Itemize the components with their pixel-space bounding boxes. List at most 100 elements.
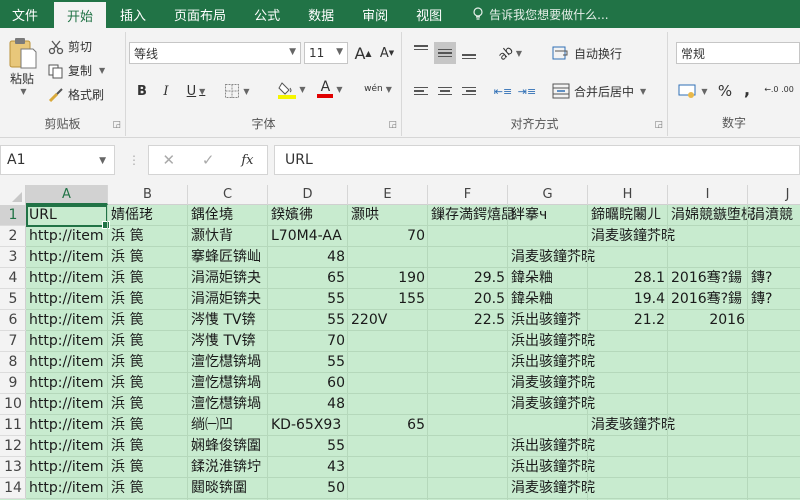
clipboard-dialog-launcher-icon[interactable]: ◲ xyxy=(112,120,121,130)
column-header[interactable]: J xyxy=(748,185,800,205)
cell-D2[interactable]: L70M4-AA xyxy=(268,226,345,247)
cell-E5[interactable]: 155 xyxy=(348,289,428,310)
accounting-format-button[interactable]: ▼ xyxy=(676,80,710,102)
cell-B3[interactable]: 浜 笢 xyxy=(108,247,146,268)
insert-function-icon[interactable]: fx xyxy=(241,153,253,168)
cell-B5[interactable]: 浜 笢 xyxy=(108,289,146,310)
cell-H6[interactable]: 21.2 xyxy=(588,310,668,331)
middle-align-button[interactable] xyxy=(434,42,456,64)
cell-A9[interactable]: http://item xyxy=(26,373,107,394)
cut-button[interactable]: 剪切 xyxy=(48,38,92,55)
cell-D1[interactable]: 鍨嬪彿 xyxy=(268,205,316,226)
cell-H11[interactable]: 涓麦骇鐘芥晥 xyxy=(588,415,678,436)
cell-E6[interactable]: 220V xyxy=(348,310,390,331)
shrink-font-button[interactable]: A ▼ xyxy=(378,42,396,64)
bottom-align-button[interactable] xyxy=(458,44,480,66)
cell-B11[interactable]: 浜 笢 xyxy=(108,415,146,436)
ribbon-tab[interactable]: 插入 xyxy=(106,0,160,28)
cell-B7[interactable]: 浜 笢 xyxy=(108,331,146,352)
cell-G9[interactable]: 涓麦骇鐘芥晥 xyxy=(508,373,598,394)
cell-I1[interactable]: 涓婂競鏃堕棿 xyxy=(668,205,758,226)
cell-D3[interactable]: 48 xyxy=(268,247,348,268)
align-center-button[interactable] xyxy=(434,80,456,102)
cell-B2[interactable]: 浜 笢 xyxy=(108,226,146,247)
align-left-button[interactable] xyxy=(410,80,432,102)
orientation-button[interactable]: ab ▼ xyxy=(492,42,528,64)
cell-A5[interactable]: http://item xyxy=(26,289,107,310)
cell-G3[interactable]: 涓麦骇鐘芥晥 xyxy=(508,247,598,268)
cell-G1[interactable]: 絆搴ч xyxy=(508,205,550,226)
row-header[interactable]: 4 xyxy=(0,268,26,289)
row-header[interactable]: 2 xyxy=(0,226,26,247)
percent-style-button[interactable]: % xyxy=(714,80,736,102)
column-header[interactable]: H xyxy=(588,185,668,205)
format-painter-button[interactable]: 格式刷 xyxy=(48,86,104,103)
row-header[interactable]: 6 xyxy=(0,310,26,331)
cell-A8[interactable]: http://item xyxy=(26,352,107,373)
cell-H1[interactable]: 鍗曞睆闂ㄦ xyxy=(588,205,664,226)
column-header[interactable]: F xyxy=(428,185,508,205)
cell-B1[interactable]: 婧傜珯 xyxy=(108,205,156,226)
top-align-button[interactable] xyxy=(410,40,432,62)
cell-A2[interactable]: http://item xyxy=(26,226,107,247)
cell-D12[interactable]: 55 xyxy=(268,436,348,457)
cell-D8[interactable]: 55 xyxy=(268,352,348,373)
cell-D6[interactable]: 55 xyxy=(268,310,348,331)
column-header[interactable]: A xyxy=(26,185,108,205)
cell-D14[interactable]: 50 xyxy=(268,478,348,499)
cell-B9[interactable]: 浜 笢 xyxy=(108,373,146,394)
ribbon-tab[interactable]: 开始 xyxy=(54,2,107,28)
cell-A12[interactable]: http://item xyxy=(26,436,107,457)
row-header[interactable]: 10 xyxy=(0,394,26,415)
name-box[interactable]: A1 ▼ xyxy=(0,145,115,175)
column-header[interactable]: E xyxy=(348,185,428,205)
cell-C14[interactable]: 閮晱锛圍 xyxy=(188,478,250,499)
decrease-indent-button[interactable]: ⇤≡ xyxy=(492,80,514,102)
merge-center-button[interactable]: 合并后居中 ▼ xyxy=(552,80,646,102)
number-format-select[interactable]: 常规 xyxy=(676,42,800,64)
font-name-select[interactable]: 等线 ▼ xyxy=(129,42,301,64)
cell-C2[interactable]: 灏忕背 xyxy=(188,226,236,247)
cell-G4[interactable]: 鍏朵粬 xyxy=(508,268,556,289)
cell-E2[interactable]: 70 xyxy=(348,226,428,247)
row-header[interactable]: 7 xyxy=(0,331,26,352)
cell-C12[interactable]: 娴蜂俊锛圍 xyxy=(188,436,264,457)
cell-F6[interactable]: 22.5 xyxy=(428,310,508,331)
cell-B14[interactable]: 浜 笢 xyxy=(108,478,146,499)
row-header[interactable]: 8 xyxy=(0,352,26,373)
cell-F4[interactable]: 29.5 xyxy=(428,268,508,289)
row-header[interactable]: 9 xyxy=(0,373,26,394)
cell-I6[interactable]: 2016 xyxy=(668,310,748,331)
copy-dropdown-icon[interactable]: ▼ xyxy=(99,66,105,75)
ribbon-tab[interactable]: 页面布局 xyxy=(160,0,240,28)
cell-F5[interactable]: 20.5 xyxy=(428,289,508,310)
cell-B10[interactable]: 浜 笢 xyxy=(108,394,146,415)
row-header[interactable]: 11 xyxy=(0,415,26,436)
cell-A14[interactable]: http://item xyxy=(26,478,107,499)
font-size-select[interactable]: 11 ▼ xyxy=(304,42,348,64)
cell-A1[interactable]: URL xyxy=(26,205,60,226)
cell-C1[interactable]: 鍝佺墝 xyxy=(188,205,236,226)
cell-J4[interactable]: 鏄? xyxy=(748,268,775,289)
cell-D11[interactable]: KD-65X93 xyxy=(268,415,344,436)
increase-indent-button[interactable]: ⇥≡ xyxy=(516,80,538,102)
cell-E11[interactable]: 65 xyxy=(348,415,428,436)
underline-button[interactable]: U ▼ xyxy=(182,80,210,102)
cell-A6[interactable]: http://item xyxy=(26,310,107,331)
column-header[interactable]: D xyxy=(268,185,348,205)
row-header[interactable]: 1 xyxy=(0,205,26,226)
alignment-dialog-launcher-icon[interactable]: ◲ xyxy=(654,120,663,130)
cell-E4[interactable]: 190 xyxy=(348,268,428,289)
row-header[interactable]: 12 xyxy=(0,436,26,457)
cell-C3[interactable]: 搴蜂匠锛屾 xyxy=(188,247,264,268)
font-dialog-launcher-icon[interactable]: ◲ xyxy=(388,120,397,130)
name-box-dropdown-icon[interactable]: ▼ xyxy=(99,156,106,166)
font-color-button[interactable]: A ▼ xyxy=(314,78,346,100)
cell-G7[interactable]: 浜出骇鐘芥晥 xyxy=(508,331,598,352)
cell-D5[interactable]: 55 xyxy=(268,289,348,310)
cell-C4[interactable]: 涓滆姖锛夬 xyxy=(188,268,264,289)
cell-D10[interactable]: 48 xyxy=(268,394,348,415)
cell-A13[interactable]: http://item xyxy=(26,457,107,478)
cell-C5[interactable]: 涓滆姖锛夬 xyxy=(188,289,264,310)
ribbon-tab[interactable]: 审阅 xyxy=(348,0,402,28)
